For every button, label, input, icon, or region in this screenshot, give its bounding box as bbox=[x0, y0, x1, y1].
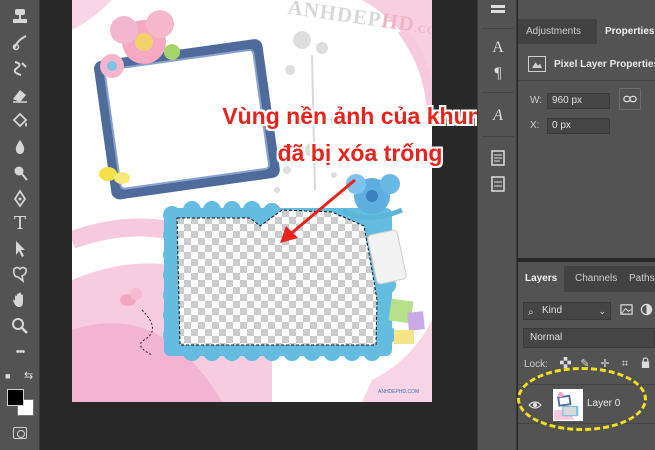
properties-title: Pixel Layer Properties bbox=[554, 58, 655, 70]
character-styles-icon[interactable] bbox=[488, 174, 508, 194]
paragraph-panel-icon[interactable]: ¶ bbox=[488, 64, 508, 84]
tab-adjustments[interactable]: Adjustments bbox=[518, 19, 589, 44]
x-label: X: bbox=[530, 120, 540, 131]
quick-mask-icon[interactable] bbox=[13, 427, 27, 439]
filter-kind-value: Kind bbox=[542, 305, 563, 316]
swap-colors-icon[interactable]: ⇆ bbox=[24, 369, 36, 382]
pen-icon[interactable] bbox=[8, 188, 32, 210]
properties-header: Pixel Layer Properties bbox=[528, 54, 655, 74]
dodge-icon[interactable] bbox=[8, 162, 32, 184]
character-panel-icon[interactable]: A bbox=[488, 38, 508, 58]
foreground-color-swatch[interactable] bbox=[7, 389, 24, 406]
blend-mode-select[interactable]: Normal bbox=[523, 328, 655, 348]
tab-channels[interactable]: Channels bbox=[568, 266, 624, 292]
history-brush-icon[interactable] bbox=[8, 32, 32, 54]
link-icon[interactable] bbox=[619, 88, 641, 110]
tools-panel: T ••• ■ ⇆ bbox=[0, 0, 40, 450]
credit-text: ANHDEPHD.COM bbox=[378, 389, 420, 395]
hand-icon[interactable] bbox=[8, 289, 32, 311]
search-icon: ⌕ bbox=[528, 307, 534, 318]
pixel-layer-icon bbox=[528, 56, 546, 72]
more-tools-icon[interactable]: ••• bbox=[8, 341, 32, 363]
properties-panel: Adjustments Properties Pixel Layer Prope… bbox=[518, 0, 655, 258]
width-field[interactable]: 960 px bbox=[547, 93, 610, 109]
eraser-icon[interactable] bbox=[8, 84, 32, 106]
chevron-down-icon: ⌄ bbox=[598, 306, 606, 316]
glyphs-panel-icon[interactable]: A bbox=[488, 106, 508, 126]
tab-layers[interactable]: Layers bbox=[518, 266, 565, 292]
pixel-filter-icon[interactable] bbox=[618, 303, 634, 319]
frame-artwork bbox=[72, 0, 432, 402]
tab-properties[interactable]: Properties bbox=[597, 19, 655, 44]
lock-all-icon[interactable] bbox=[638, 357, 652, 371]
layers-tabbar: Layers Channels Paths bbox=[518, 266, 655, 292]
lock-artboard-icon[interactable]: ⌗ bbox=[618, 357, 632, 371]
collapsed-panel-strip: A ¶ A bbox=[477, 0, 517, 450]
stamp-icon[interactable] bbox=[8, 6, 32, 28]
tab-paths[interactable]: Paths bbox=[622, 266, 655, 292]
width-label: W: bbox=[530, 95, 543, 106]
path-select-icon[interactable] bbox=[8, 238, 32, 260]
blur-drop-icon[interactable] bbox=[8, 136, 32, 158]
custom-shape-icon[interactable] bbox=[8, 263, 32, 285]
paragraph-styles-icon[interactable] bbox=[488, 148, 508, 168]
highlight-annotation bbox=[517, 367, 647, 431]
document-canvas[interactable]: ANHDEPHD.COM ANHDEPHD.COM bbox=[72, 0, 432, 402]
adjustment-filter-icon[interactable] bbox=[638, 303, 654, 319]
properties-tabbar: Adjustments Properties bbox=[518, 19, 655, 44]
caption-line-2: đã bị xóa trống bbox=[277, 140, 443, 166]
lock-label: Lock: bbox=[524, 359, 548, 370]
canvas-area[interactable]: ANHDEPHD.COM ANHDEPHD.COM Vùng nền ảnh c… bbox=[41, 0, 496, 450]
paint-bucket-icon[interactable] bbox=[8, 110, 32, 132]
default-colors-icon[interactable]: ■ bbox=[5, 371, 15, 381]
type-icon[interactable]: T bbox=[8, 212, 32, 234]
history-panel-icon[interactable] bbox=[488, 2, 508, 22]
x-field[interactable]: 0 px bbox=[547, 118, 610, 134]
zoom-icon[interactable] bbox=[8, 315, 32, 337]
layer-filter-select[interactable]: ⌕ Kind ⌄ bbox=[523, 302, 611, 320]
history-brush-icon[interactable] bbox=[8, 58, 32, 80]
